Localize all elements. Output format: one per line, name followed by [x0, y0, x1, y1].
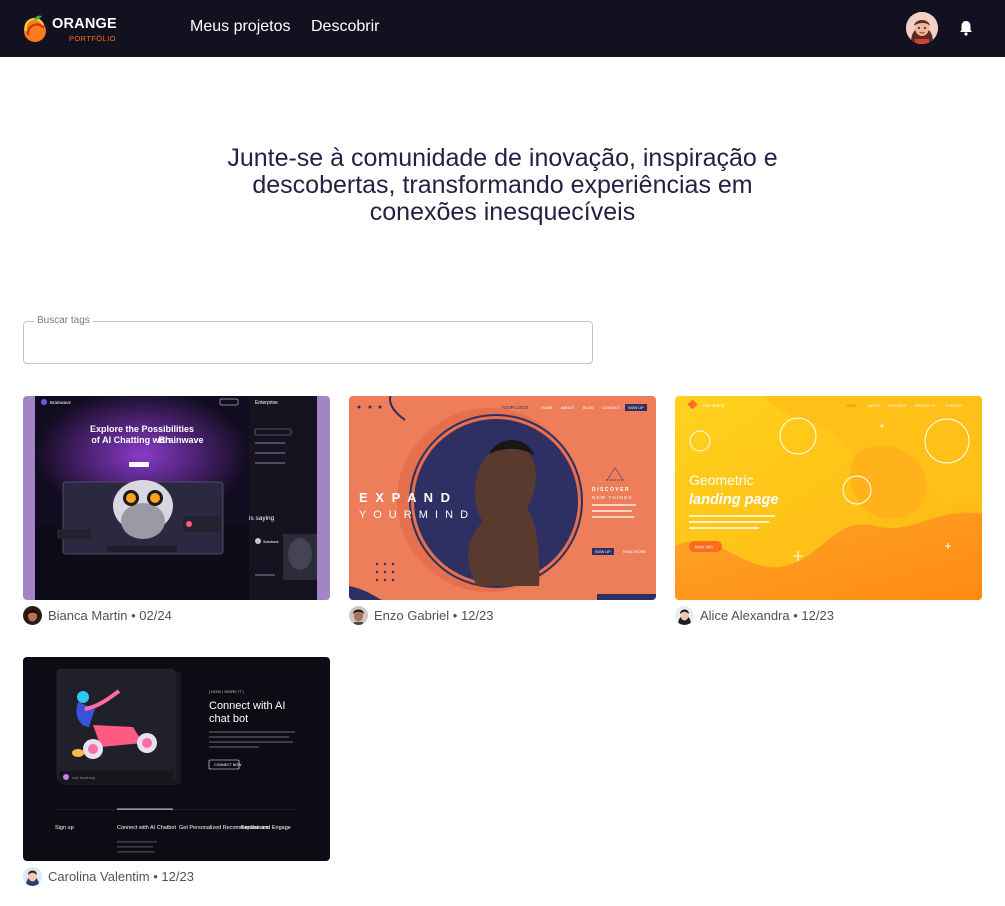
thumb-step-1: Sign up	[55, 825, 74, 831]
thumb-menu-3: BLOG	[583, 406, 594, 410]
thumb-menu-5: CONTACT	[946, 404, 964, 408]
author-avatar[interactable]	[23, 605, 42, 625]
user-avatar-image	[906, 12, 938, 44]
thumb-brand: Brainwave	[50, 400, 72, 405]
author-name: Enzo Gabriel	[374, 607, 450, 623]
top-navigation-bar: ORANGE PORTFÓLIO Meus projetos Descobrir	[0, 0, 1005, 57]
author-name: Alice Alexandra	[700, 607, 790, 623]
author-avatar[interactable]	[349, 605, 368, 625]
meta-separator: •	[449, 607, 461, 623]
thumb-side-caption: is saying	[249, 515, 275, 522]
project-meta: Enzo Gabriel • 12/23	[349, 605, 494, 625]
tag-search-input[interactable]	[36, 334, 576, 354]
author-name: Bianca Martin	[48, 607, 128, 623]
project-card[interactable]: Your Brand HOME ABOUT SERVICES PRODUCTS …	[675, 396, 982, 625]
meta-separator: •	[789, 607, 802, 623]
thumb-headline-1: Explore the Possibilities	[90, 424, 194, 434]
orange-logo-icon	[24, 15, 46, 42]
project-card[interactable]: YOUR LOGO HOME ABOUT BLOG CONTACT SIGN U…	[349, 396, 656, 625]
tag-search-field[interactable]: Buscar tags	[23, 315, 593, 364]
thumb-menu-3: SERVICES	[888, 404, 907, 408]
brand-name: ORANGE	[52, 16, 117, 32]
notification-bell-icon[interactable]	[957, 19, 975, 37]
thumb-title-2: landing page	[689, 492, 778, 508]
thumb-menu-4: PRODUCTS	[915, 404, 936, 408]
thumb-menu-1: HOME	[846, 404, 857, 408]
project-meta: Bianca Martin • 02/24	[23, 605, 172, 625]
thumb-input-hint: Ask anything	[72, 775, 95, 780]
thumb-step-2: Connect with AI Chatbot	[117, 825, 176, 831]
author-name: Carolina Valentim	[48, 868, 150, 884]
thumb-menu-2: ABOUT	[868, 404, 881, 408]
thumb-brand: Your Brand	[702, 403, 725, 408]
hero-tagline: Junte-se à comunidade de inovação, inspi…	[227, 144, 778, 226]
project-card[interactable]: Ask anything [ HOW I WORK IT ] Connect w…	[23, 657, 330, 886]
thumb-menu-4: CONTACT	[602, 406, 621, 410]
project-date: 02/24	[139, 607, 172, 623]
thumb-button: CONNECT NOW	[214, 763, 242, 767]
thumb-button-2: READ MORE	[623, 550, 646, 554]
thumb-title: E X P A N D	[359, 490, 452, 505]
project-date: 12/23	[801, 607, 834, 623]
thumb-menu-1: HOME	[541, 406, 553, 410]
thumb-headline-3: Brainwave	[158, 435, 203, 445]
project-thumbnail[interactable]: YOUR LOGO HOME ABOUT BLOG CONTACT SIGN U…	[349, 396, 656, 600]
thumb-side-title: Enterprise	[255, 400, 278, 406]
thumb-button-1: SIGN UP	[595, 550, 611, 554]
project-card[interactable]: Brainwave Explore the Possibilities of A…	[23, 396, 330, 625]
thumb-menu-button: SIGN UP	[628, 406, 644, 410]
thumb-menu-2: ABOUT	[561, 406, 575, 410]
brand-logo[interactable]: ORANGE PORTFÓLIO	[23, 11, 133, 45]
thumb-discover: DISCOVER	[592, 487, 630, 493]
project-date: 12/23	[161, 868, 194, 884]
nav-discover[interactable]: Descobrir	[311, 18, 379, 36]
thumb-step-4: Explore and Engage	[241, 825, 291, 831]
project-meta: Carolina Valentim • 12/23	[23, 866, 194, 886]
thumb-side-brand: Substrack	[263, 540, 279, 544]
project-thumbnail[interactable]: Your Brand HOME ABOUT SERVICES PRODUCTS …	[675, 396, 982, 600]
thumb-subtitle: Y O U R M I N D	[359, 509, 470, 521]
author-avatar[interactable]	[23, 866, 42, 886]
thumb-button: More Info	[695, 545, 713, 550]
thumb-title-2: chat bot	[209, 713, 248, 725]
project-meta: Alice Alexandra • 12/23	[675, 605, 834, 625]
user-avatar[interactable]	[906, 12, 938, 44]
thumb-brand: YOUR LOGO	[501, 405, 529, 410]
project-date: 12/23	[460, 607, 494, 623]
nav-my-projects[interactable]: Meus projetos	[190, 18, 291, 36]
thumb-title-1: Connect with AI	[209, 700, 285, 712]
project-thumbnail[interactable]: Ask anything [ HOW I WORK IT ] Connect w…	[23, 657, 330, 861]
project-thumbnail[interactable]: Brainwave Explore the Possibilities of A…	[23, 396, 330, 600]
thumb-tag: [ HOW I WORK IT ]	[209, 689, 244, 694]
meta-separator: •	[149, 868, 162, 884]
thumb-discover-sub: NEW THINGS	[592, 495, 633, 500]
author-avatar[interactable]	[675, 605, 694, 625]
search-label: Buscar tags	[34, 315, 93, 326]
meta-separator: •	[127, 607, 140, 623]
brand-subtitle: PORTFÓLIO	[69, 34, 116, 43]
thumb-title-1: Geometric	[689, 472, 754, 488]
